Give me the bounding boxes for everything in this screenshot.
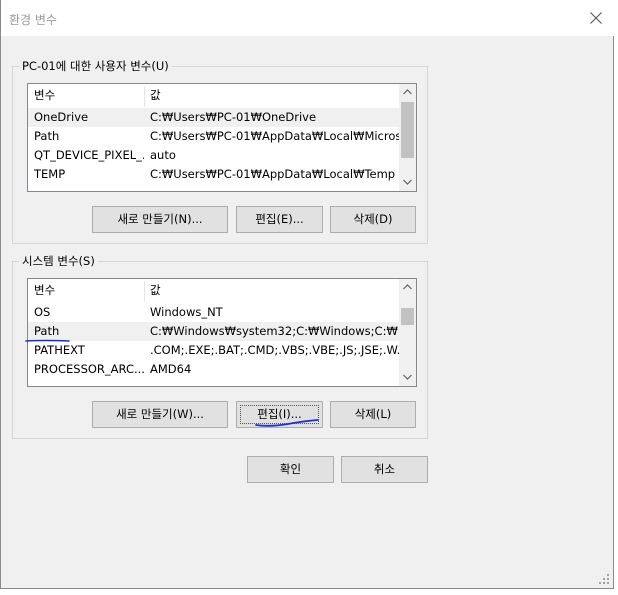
scroll-down-button[interactable] xyxy=(399,174,416,191)
system-variables-group: 시스템 변수(S) 변수 값 OS Windows_NT Path C:₩Win… xyxy=(12,253,428,439)
variable-name: QT_DEVICE_PIXEL_... xyxy=(34,148,144,162)
variable-value: Windows_NT xyxy=(150,305,223,319)
column-header-variable[interactable]: 변수 xyxy=(28,84,144,107)
scroll-down-button[interactable] xyxy=(399,369,416,386)
variable-name: TEMP xyxy=(34,167,66,181)
variable-value: C:₩Users₩PC-01₩AppData₩Local₩Micros... xyxy=(150,129,400,143)
user-edit-button[interactable]: 편집(E)... xyxy=(236,206,323,233)
user-new-button[interactable]: 새로 만들기(N)... xyxy=(92,206,228,233)
variable-name: OneDrive xyxy=(34,110,89,124)
scroll-thumb[interactable] xyxy=(401,102,414,158)
vertical-scrollbar[interactable] xyxy=(399,84,416,191)
user-variables-list[interactable]: 변수 값 OneDrive C:₩Users₩PC-01₩OneDrive Pa… xyxy=(27,83,417,192)
variable-name: PROCESSOR_ARC... xyxy=(34,362,144,376)
scroll-thumb[interactable] xyxy=(401,308,414,325)
column-header-variable[interactable]: 변수 xyxy=(28,279,144,302)
list-item[interactable]: TEMP C:₩Users₩PC-01₩AppData₩Local₩Temp xyxy=(28,165,399,184)
user-delete-button[interactable]: 삭제(D) xyxy=(330,206,416,233)
variable-name: OS xyxy=(34,305,51,319)
system-variables-label: 시스템 변수(S) xyxy=(19,253,98,269)
environment-variables-dialog: 환경 변수 PC-01에 대한 사용자 변수(U) 변수 값 OneDrive … xyxy=(0,0,614,589)
list-header: 변수 값 xyxy=(28,84,399,107)
variable-value: C:₩Windows₩system32;C:₩Windows;C:₩... xyxy=(150,324,400,338)
variable-name: Path xyxy=(34,324,60,338)
system-new-button[interactable]: 새로 만들기(W)... xyxy=(92,401,228,428)
list-item[interactable]: PATHEXT .COM;.EXE;.BAT;.CMD;.VBS;.VBE;.J… xyxy=(28,341,400,360)
title-bar: 환경 변수 xyxy=(1,0,614,36)
scroll-up-button[interactable] xyxy=(399,84,416,101)
variable-value: AMD64 xyxy=(150,362,192,376)
resize-grip-icon[interactable] xyxy=(599,574,609,584)
window-title: 환경 변수 xyxy=(9,13,57,27)
chevron-up-icon xyxy=(403,89,412,95)
system-delete-button[interactable]: 삭제(L) xyxy=(330,401,416,428)
ok-button[interactable]: 확인 xyxy=(247,456,334,483)
list-item[interactable]: Path C:₩Windows₩system32;C:₩Windows;C:₩.… xyxy=(28,322,400,341)
user-variables-label: PC-01에 대한 사용자 변수(U) xyxy=(19,58,172,74)
list-item[interactable]: OS Windows_NT xyxy=(28,303,399,322)
list-item[interactable]: PROCESSOR_ARC... AMD64 xyxy=(28,360,399,379)
list-item[interactable]: OneDrive C:₩Users₩PC-01₩OneDrive xyxy=(28,108,399,127)
list-item[interactable]: QT_DEVICE_PIXEL_... auto xyxy=(28,146,399,165)
column-header-value[interactable]: 값 xyxy=(144,84,400,107)
column-header-value[interactable]: 값 xyxy=(144,279,400,302)
variable-name: PATHEXT xyxy=(34,343,85,357)
user-variables-group: PC-01에 대한 사용자 변수(U) 변수 값 OneDrive C:₩Use… xyxy=(12,58,428,244)
scroll-up-button[interactable] xyxy=(399,279,416,296)
system-edit-button[interactable]: 편집(I)... xyxy=(236,401,323,428)
list-item[interactable]: Path C:₩Users₩PC-01₩AppData₩Local₩Micros… xyxy=(28,127,400,146)
variable-value: C:₩Users₩PC-01₩AppData₩Local₩Temp xyxy=(150,167,396,181)
close-icon xyxy=(590,12,602,24)
variable-name: Path xyxy=(34,129,60,143)
close-button[interactable] xyxy=(582,4,610,32)
system-variables-list[interactable]: 변수 값 OS Windows_NT Path C:₩Windows₩syste… xyxy=(27,278,417,387)
chevron-down-icon xyxy=(403,374,412,380)
list-header: 변수 값 xyxy=(28,279,399,302)
cancel-button[interactable]: 취소 xyxy=(341,456,428,483)
variable-value: .COM;.EXE;.BAT;.CMD;.VBS;.VBE;.JS;.JSE;.… xyxy=(150,343,400,357)
variable-value: C:₩Users₩PC-01₩OneDrive xyxy=(150,110,317,124)
vertical-scrollbar[interactable] xyxy=(399,279,416,386)
chevron-up-icon xyxy=(403,284,412,290)
chevron-down-icon xyxy=(403,179,412,185)
variable-value: auto xyxy=(150,148,176,162)
